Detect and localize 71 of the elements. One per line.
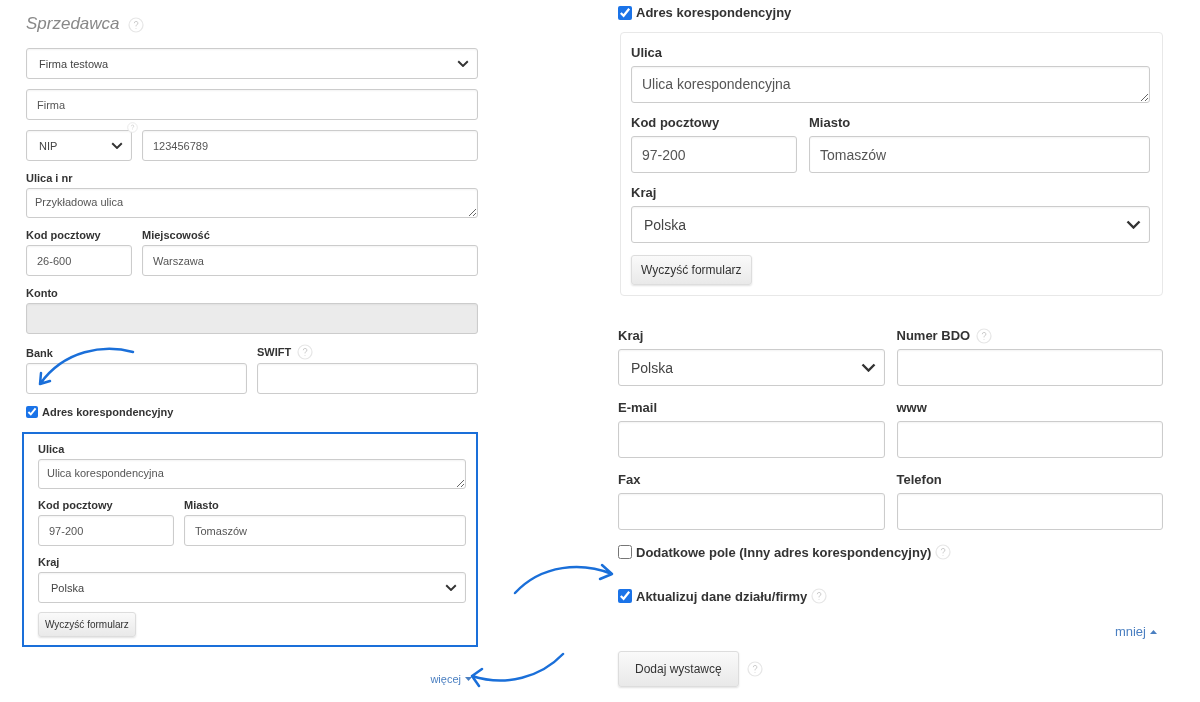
country-select[interactable]: Polska	[618, 349, 885, 386]
street-field[interactable]: Przykładowa ulica	[26, 188, 478, 218]
field-label: Miasto	[809, 115, 851, 131]
phone-field[interactable]	[896, 493, 1163, 530]
tax-id-field[interactable]: 123456789	[142, 130, 478, 161]
field-label: Kod pocztowy	[631, 115, 720, 131]
field-label: Fax	[618, 472, 641, 488]
company-select[interactable]: Firma testowa	[26, 48, 478, 79]
postal-code-field[interactable]: 97-200	[38, 515, 174, 546]
checkbox[interactable]	[26, 406, 38, 418]
checkbox[interactable]	[618, 545, 632, 559]
checkbox[interactable]	[618, 5, 632, 20]
caret-icon	[465, 677, 472, 681]
clear-form-button[interactable]: Wyczyść formularz	[38, 612, 136, 637]
field-label: Bank	[26, 346, 53, 360]
postal-code-field[interactable]: 97-200	[631, 136, 797, 173]
street-field[interactable]: Ulica korespondencyjna	[631, 66, 1150, 103]
help-icon[interactable]	[935, 544, 952, 560]
fax-field[interactable]	[618, 493, 885, 530]
field-label: Kraj	[618, 328, 644, 344]
chevron-icon	[457, 59, 469, 68]
field-label: Ulica i nr	[26, 171, 73, 185]
company-name-field[interactable]: Firma	[26, 89, 478, 120]
field-label: SWIFT	[257, 345, 292, 359]
help-icon[interactable]	[811, 588, 828, 604]
field-label: Konto	[26, 286, 58, 300]
chevron-icon	[111, 141, 123, 150]
caret-icon	[1150, 629, 1157, 634]
field-label: Ulica	[631, 45, 663, 61]
less-link[interactable]: mniej	[1114, 624, 1157, 639]
field-label: Kod pocztowy	[38, 498, 113, 512]
city-field[interactable]: Warszawa	[142, 245, 478, 276]
tax-id-type-select[interactable]: NIP	[26, 130, 132, 161]
section-title: Sprzedawca	[26, 13, 120, 35]
field-label: Numer BDO	[896, 328, 971, 344]
website-field[interactable]	[896, 421, 1163, 458]
field-label: E-mail	[618, 400, 657, 416]
swift-field[interactable]	[257, 363, 478, 394]
field-label: Miasto	[184, 498, 219, 512]
field-label: Kraj	[38, 555, 60, 569]
bank-field[interactable]	[26, 363, 247, 394]
postal-code-field[interactable]: 26-600	[26, 245, 132, 276]
checkbox-label: Adres korespondencyjny	[42, 406, 174, 418]
bdo-field[interactable]	[896, 349, 1163, 386]
add-issuer-button[interactable]: Dodaj wystawcę	[618, 651, 739, 687]
field-label: www	[896, 400, 927, 416]
checkbox[interactable]	[618, 589, 632, 603]
country-select[interactable]: Polska	[631, 206, 1150, 243]
field-label: Kod pocztowy	[26, 228, 101, 242]
help-icon[interactable]	[976, 328, 993, 344]
checkbox-label: Dodatkowe pole (Inny adres korespondencyjny)	[636, 544, 932, 560]
email-field[interactable]	[618, 421, 885, 458]
checkbox-label: Aktualizuj dane działu/firmy	[636, 588, 808, 604]
country-select[interactable]: Polska	[38, 572, 466, 603]
field-label: Ulica	[38, 442, 65, 456]
field-label: Miejscowość	[142, 228, 210, 242]
field-label: Telefon	[896, 472, 942, 488]
checkbox-label: Adres korespondencyjny	[636, 5, 792, 20]
city-field[interactable]: Tomaszów	[809, 136, 1150, 173]
help-icon[interactable]	[127, 122, 138, 133]
chevron-icon	[1126, 220, 1141, 229]
help-icon[interactable]	[297, 344, 314, 360]
more-link[interactable]: więcej	[430, 673, 472, 685]
field-label: Kraj	[631, 185, 657, 201]
help-icon[interactable]	[746, 661, 763, 677]
clear-form-button[interactable]: Wyczyść formularz	[631, 255, 752, 285]
city-field[interactable]: Tomaszów	[184, 515, 466, 546]
chevron-icon	[445, 583, 457, 592]
chevron-icon	[860, 363, 876, 372]
help-icon[interactable]	[127, 17, 144, 33]
street-field[interactable]: Ulica korespondencyjna	[38, 459, 466, 489]
